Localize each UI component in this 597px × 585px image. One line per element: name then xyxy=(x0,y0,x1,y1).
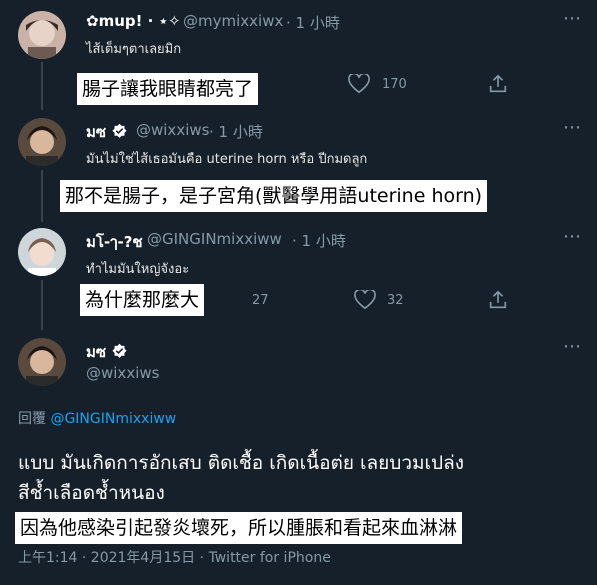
user-handle[interactable]: @GINGINmixxiww xyxy=(147,230,282,248)
display-name[interactable]: มซ xyxy=(86,340,128,364)
tweet-text: มันไม่ใช่ไส้เธอมันคือ uterine horn หรือ … xyxy=(86,152,368,167)
heart-icon[interactable] xyxy=(348,74,370,94)
thread-line xyxy=(41,280,43,330)
caption-overlay: 為什麼那麼大 xyxy=(80,284,205,316)
user-handle[interactable]: @mymixxiwx xyxy=(183,12,283,30)
caption-overlay: 那不是腸子，是子宮角(獸醫學用語uterine horn) xyxy=(60,180,488,212)
reply-to-link[interactable]: @GINGINmixxiww xyxy=(50,411,176,427)
tweet-text: ไส้เต็มๆตาเลยมิก xyxy=(86,42,182,57)
user-handle[interactable]: @wixxiws xyxy=(136,121,209,139)
like-count: 170 xyxy=(382,77,407,92)
tweet-time[interactable]: · 1 小時 xyxy=(209,121,263,142)
caption-overlay: 因為他感染引起發炎壞死，所以腫脹和看起來血淋淋 xyxy=(15,512,463,544)
display-name[interactable]: มซ xyxy=(86,120,128,144)
avatar[interactable] xyxy=(18,338,66,386)
display-name-text: มซ xyxy=(86,343,107,361)
reply-context: 回覆 @GINGINmixxiww xyxy=(18,408,176,428)
verified-badge-icon xyxy=(111,123,128,140)
more-icon[interactable]: ⋯ xyxy=(563,8,582,29)
display-name[interactable]: ✿mup! · ⋆✧ xyxy=(86,12,181,30)
heart-icon[interactable] xyxy=(354,290,376,310)
reply-count: 27 xyxy=(252,293,269,308)
verified-badge-icon xyxy=(111,343,128,360)
display-name[interactable]: มโ-ๅ-?ช xyxy=(86,230,143,254)
main-tweet-text-line1: แบบ มันเกิดการอักเสบ ติดเชื้อ เกิดเนื้อต… xyxy=(18,452,464,474)
more-icon[interactable]: ⋯ xyxy=(563,117,582,138)
caption-overlay: 腸子讓我眼睛都亮了 xyxy=(77,73,259,105)
share-icon[interactable] xyxy=(487,73,509,95)
like-count: 32 xyxy=(387,293,404,308)
reply-label: 回覆 xyxy=(18,411,46,427)
tweet-text: ทำไมมันใหญ่จังอะ xyxy=(86,262,190,277)
tweet-time[interactable]: · 1 小時 xyxy=(292,230,346,251)
more-icon[interactable]: ⋯ xyxy=(563,226,582,247)
thread-line xyxy=(41,170,43,222)
thread-line xyxy=(41,62,43,110)
avatar[interactable] xyxy=(18,228,66,276)
display-name-text: มซ xyxy=(86,123,107,141)
user-handle[interactable]: @wixxiws xyxy=(86,364,159,382)
main-tweet-text-line2: สีช้ำเลือดช้ำหนอง xyxy=(18,482,165,504)
tweet-meta[interactable]: 上午1:14 · 2021年4月15日 · Twitter for iPhone xyxy=(18,547,331,567)
avatar[interactable] xyxy=(18,118,66,166)
share-icon[interactable] xyxy=(487,289,509,311)
more-icon[interactable]: ⋯ xyxy=(563,336,582,357)
avatar[interactable] xyxy=(18,11,66,59)
tweet-time[interactable]: · 1 小時 xyxy=(286,12,340,33)
